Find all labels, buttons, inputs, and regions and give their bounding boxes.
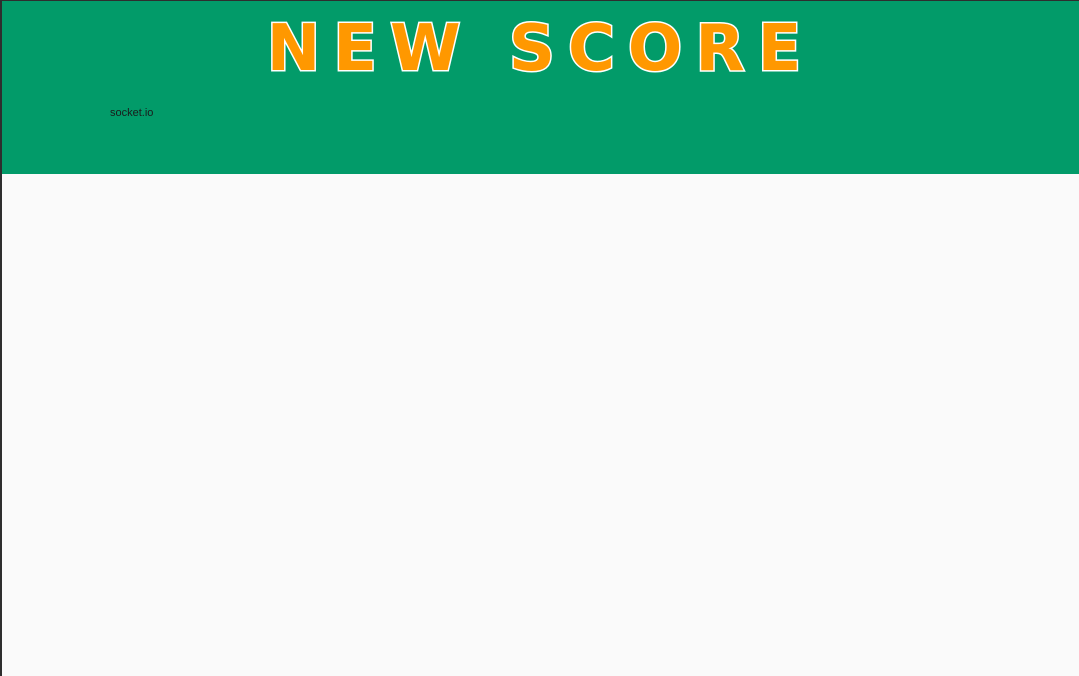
main-content-area bbox=[2, 174, 1079, 676]
subtitle-text: socket.io bbox=[110, 107, 154, 119]
app-window: NEW SCORE socket.io bbox=[0, 0, 1079, 676]
header-banner: NEW SCORE socket.io bbox=[2, 1, 1079, 174]
page-title: NEW SCORE bbox=[265, 11, 815, 88]
